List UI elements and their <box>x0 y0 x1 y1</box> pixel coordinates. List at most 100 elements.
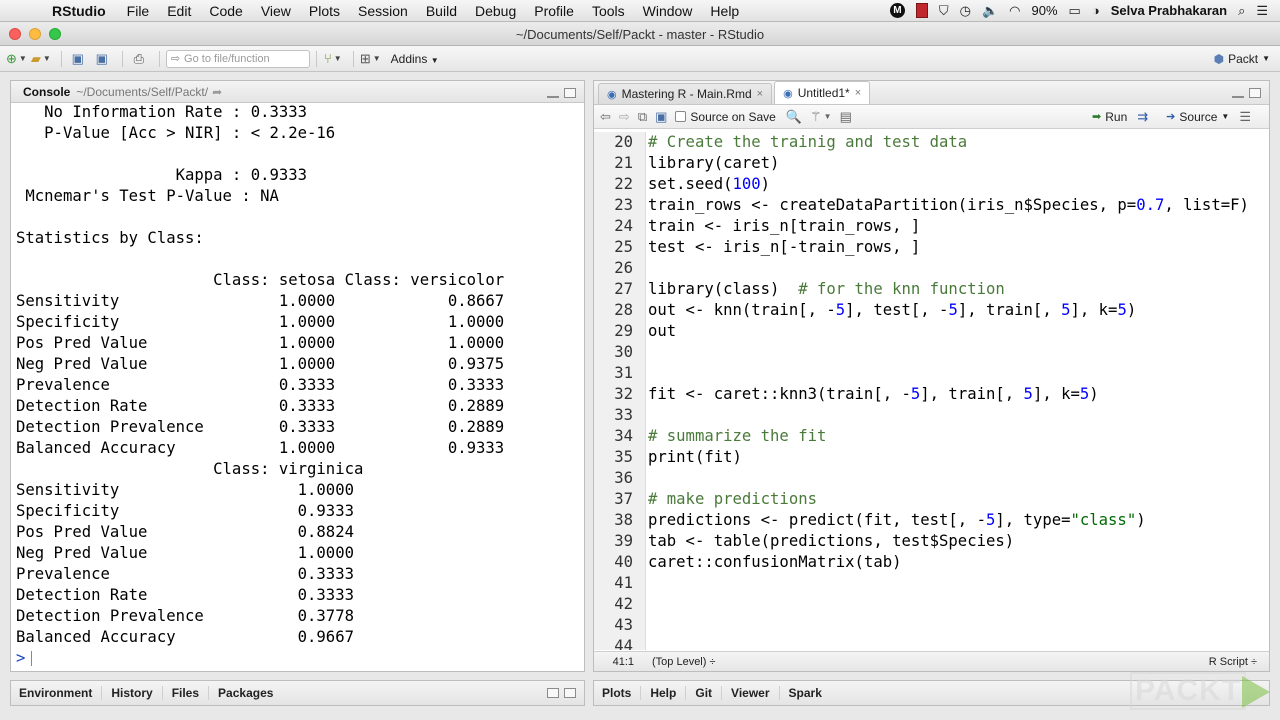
code-line[interactable] <box>648 636 1269 650</box>
print-button[interactable]: ⎙ <box>129 49 149 69</box>
magic-wand-icon[interactable]: ⚚ ▼ <box>810 109 832 125</box>
compile-report-icon[interactable]: ▤ <box>840 109 852 125</box>
tab-history[interactable]: History <box>102 686 163 700</box>
code-line[interactable]: print(fit) <box>648 447 1269 468</box>
open-project-button[interactable]: ▰ ▼ <box>31 49 51 69</box>
code-line[interactable]: set.seed(100) <box>648 174 1269 195</box>
source-on-save-checkbox[interactable]: Source on Save <box>675 110 776 124</box>
code-line[interactable]: train_rows <- createDataPartition(iris_n… <box>648 195 1269 216</box>
rerun-icon[interactable]: ⇉ <box>1137 109 1148 125</box>
back-icon[interactable]: ⇦ <box>600 109 611 125</box>
cursor-position: 41:1 <box>612 655 634 668</box>
vcs-button[interactable]: ⑂ ▼ <box>323 49 343 69</box>
code-line[interactable] <box>648 468 1269 489</box>
user-name[interactable]: Selva Prabhakaran <box>1111 3 1227 18</box>
battery-icon[interactable]: ▭ <box>1069 3 1081 19</box>
go-to-file-input[interactable]: ⇨ Go to file/function <box>165 49 310 68</box>
code-line[interactable] <box>648 594 1269 615</box>
code-editor[interactable]: 20 21 22 23 24 25 26 27 28 29 30 31 32 33 34 35 36 37 38 39… <box>594 130 1269 650</box>
menu-debug[interactable]: Debug <box>466 3 525 19</box>
code-line[interactable]: # Create the trainig and test data <box>648 132 1269 153</box>
save-all-button[interactable]: ▣ <box>92 49 112 69</box>
show-in-window-icon[interactable]: ⧉ <box>638 109 647 125</box>
file-type-selector[interactable]: R Script ÷ <box>1209 656 1269 668</box>
shield-icon[interactable]: ⛉ <box>939 3 949 19</box>
tab-spark[interactable]: Spark <box>780 686 831 700</box>
code-line[interactable]: tab <- table(predictions, test$Species) <box>648 531 1269 552</box>
code-lines[interactable]: # Create the trainig and test data librar… <box>648 132 1269 650</box>
record-app-icon[interactable] <box>915 3 928 18</box>
code-line[interactable]: # make predictions <box>648 489 1269 510</box>
code-line[interactable]: train <- iris_n[train_rows, ] <box>648 216 1269 237</box>
code-line[interactable] <box>648 573 1269 594</box>
tab-untitled1[interactable]: ◉ Untitled1* × <box>774 81 871 104</box>
code-line[interactable] <box>648 405 1269 426</box>
time-machine-icon[interactable]: ◷ <box>960 3 971 19</box>
search-icon[interactable]: 🔍 <box>786 109 802 125</box>
tab-plots[interactable]: Plots <box>594 686 642 700</box>
spotlight-search-icon[interactable]: ⌕ <box>1238 3 1245 19</box>
tab-main-rmd[interactable]: ◉ Mastering R - Main.Rmd × <box>598 83 773 104</box>
code-line[interactable]: library(caret) <box>648 153 1269 174</box>
code-line[interactable]: # summarize the fit <box>648 426 1269 447</box>
tab-git[interactable]: Git <box>686 686 723 700</box>
go-to-dir-icon[interactable]: ➦ <box>212 85 222 99</box>
code-line[interactable]: test <- iris_n[-train_rows, ] <box>648 237 1269 258</box>
menu-build[interactable]: Build <box>417 3 466 19</box>
tab-viewer[interactable]: Viewer <box>722 686 780 700</box>
menu-view[interactable]: View <box>252 3 300 19</box>
workspace-panes-button[interactable]: ⊞ ▼ <box>360 49 381 69</box>
code-line[interactable]: out <box>648 321 1269 342</box>
maximize-pane-button[interactable] <box>1249 88 1261 98</box>
scope-selector[interactable]: (Top Level) ÷ <box>652 656 716 668</box>
menu-session[interactable]: Session <box>349 3 417 19</box>
code-line[interactable] <box>648 342 1269 363</box>
maximize-pane-button[interactable] <box>564 88 576 98</box>
menu-file[interactable]: File <box>118 3 159 19</box>
menu-edit[interactable]: Edit <box>158 3 200 19</box>
source-button[interactable]: ➔ Source ▼ <box>1166 110 1229 124</box>
menu-profile[interactable]: Profile <box>525 3 583 19</box>
menu-window[interactable]: Window <box>634 3 702 19</box>
code-line[interactable] <box>648 258 1269 279</box>
notification-center-icon[interactable]: ☰ <box>1256 3 1268 19</box>
tab-help[interactable]: Help <box>641 686 687 700</box>
code-line[interactable]: library(class) # for the knn function <box>648 279 1269 300</box>
menu-code[interactable]: Code <box>200 3 251 19</box>
restore-pane-button[interactable] <box>547 688 559 698</box>
tab-files[interactable]: Files <box>163 686 210 700</box>
run-button[interactable]: ➡ Run <box>1092 110 1127 124</box>
menu-tools[interactable]: Tools <box>583 3 634 19</box>
tab-packages[interactable]: Packages <box>209 686 282 700</box>
code-line[interactable]: caret::confusionMatrix(tab) <box>648 552 1269 573</box>
console-output[interactable]: No Information Rate : 0.3333 P-Value [Ac… <box>16 102 584 671</box>
wifi-icon[interactable]: ◠ <box>1009 3 1020 19</box>
project-menu-button[interactable]: ⬢ Packt ▼ <box>1214 52 1270 66</box>
code-line[interactable]: fit <- caret::knn3(train[, -5], train[, … <box>648 384 1269 405</box>
document-outline-icon[interactable]: ☰ <box>1239 109 1251 125</box>
menu-help[interactable]: Help <box>701 3 748 19</box>
console-tab[interactable]: Console <box>23 85 70 99</box>
code-line[interactable] <box>648 615 1269 636</box>
minimize-pane-button[interactable] <box>547 94 559 98</box>
save-button[interactable]: ▣ <box>68 49 88 69</box>
maximize-pane-button[interactable] <box>564 688 576 698</box>
volume-icon[interactable]: 🔈 <box>982 3 998 19</box>
console-prompt-line[interactable]: > <box>16 648 584 669</box>
close-icon[interactable]: × <box>757 88 763 100</box>
m-app-icon[interactable]: M <box>889 3 905 18</box>
app-menu[interactable]: RStudio <box>42 3 118 19</box>
code-line[interactable] <box>648 363 1269 384</box>
addins-button[interactable]: Addins ▼ <box>391 52 439 66</box>
forward-icon[interactable]: ⇨ <box>619 109 630 125</box>
tab-environment[interactable]: Environment <box>11 686 103 700</box>
line-number: 25 <box>614 238 633 256</box>
new-file-button[interactable]: ⊕ ▼ <box>6 49 27 69</box>
code-line[interactable]: out <- knn(train[, -5], test[, -5], trai… <box>648 300 1269 321</box>
menu-plots[interactable]: Plots <box>300 3 349 19</box>
save-icon[interactable]: ▣ <box>655 109 667 125</box>
sync-icon[interactable]: ◑ <box>1092 3 1100 18</box>
code-line[interactable]: predictions <- predict(fit, test[, -5], … <box>648 510 1269 531</box>
close-icon[interactable]: × <box>855 87 861 99</box>
minimize-pane-button[interactable] <box>1232 94 1244 98</box>
